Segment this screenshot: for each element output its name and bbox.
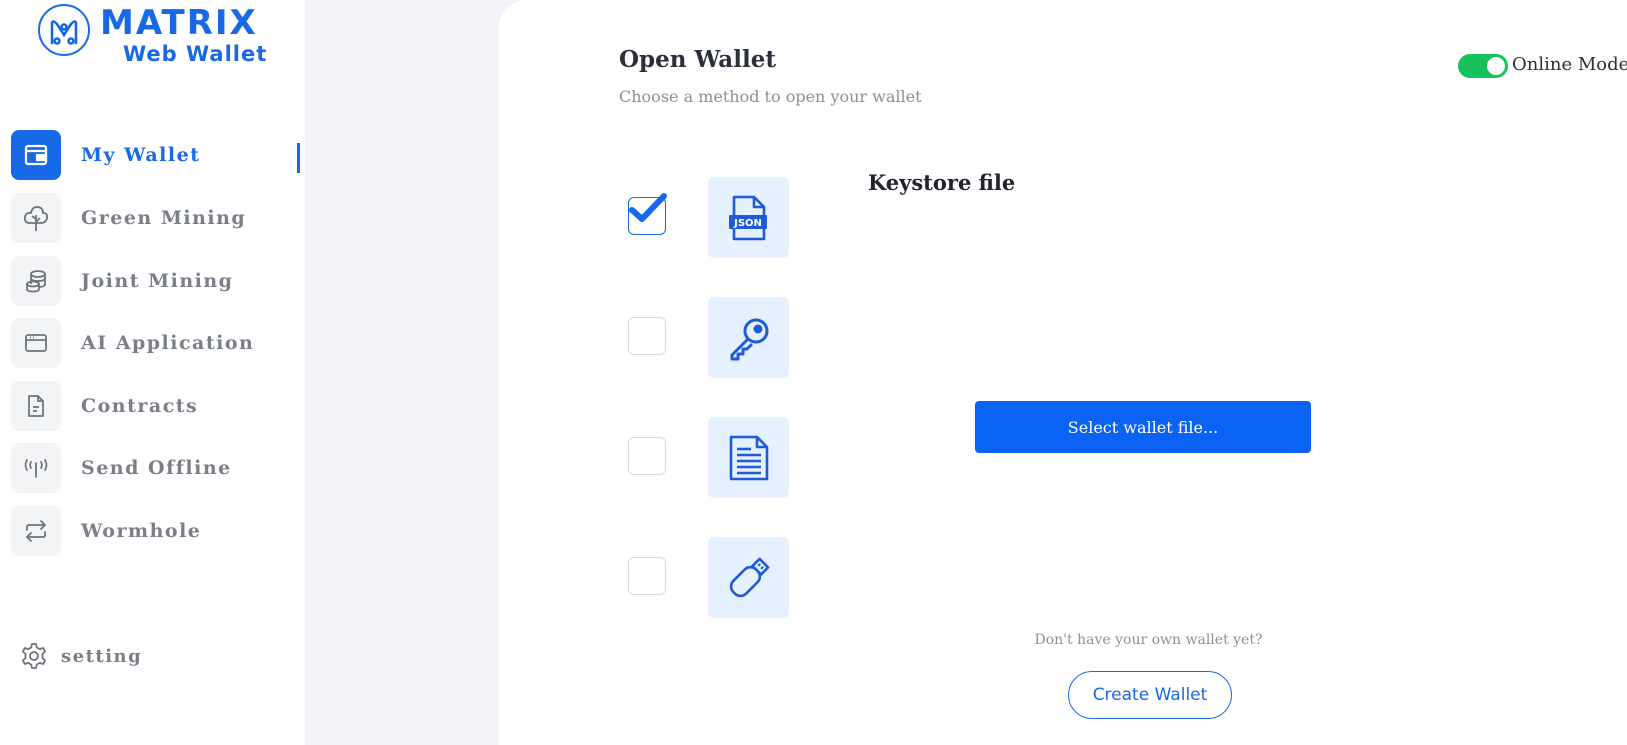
- sidebar-item-label: Joint Mining: [81, 270, 234, 292]
- active-indicator: [297, 143, 300, 173]
- select-wallet-file-button[interactable]: Select wallet file...: [975, 401, 1311, 453]
- method-checkbox-keystore[interactable]: [628, 193, 667, 235]
- check-icon: [629, 193, 667, 222]
- sidebar-item-my-wallet[interactable]: My Wallet: [11, 130, 291, 180]
- gear-icon: [22, 643, 46, 669]
- online-mode-toggle[interactable]: Online Mode: [1458, 52, 1627, 80]
- no-wallet-text: Don't have your own wallet yet?: [1034, 632, 1263, 648]
- matrix-logo-icon: [38, 4, 90, 56]
- sidebar-item-label: Green Mining: [81, 207, 247, 229]
- matrix-logo[interactable]: MATRIX Web Wallet: [38, 2, 268, 66]
- sidebar-item-label: My Wallet: [81, 144, 201, 166]
- method-row-private-key: [628, 297, 790, 378]
- sidebar-item-green-mining[interactable]: Green Mining: [11, 193, 291, 243]
- logo-title: MATRIX: [100, 3, 258, 43]
- toggle-switch[interactable]: [1458, 54, 1508, 78]
- method-tile-keystore[interactable]: JSON: [708, 177, 789, 258]
- create-wallet-button[interactable]: Create Wallet: [1068, 671, 1232, 719]
- setting-button[interactable]: setting: [20, 640, 180, 672]
- method-tile-mnemonic[interactable]: [708, 417, 789, 498]
- sidebar-item-contracts[interactable]: Contracts: [11, 381, 291, 431]
- method-tile-hardware[interactable]: [708, 537, 789, 618]
- mnemonic-document-icon: [729, 435, 768, 480]
- method-tile-private-key[interactable]: [708, 297, 789, 378]
- logo-subtitle: Web Wallet: [123, 42, 268, 66]
- wallet-icon: [11, 130, 61, 180]
- svg-text:JSON: JSON: [733, 218, 762, 229]
- method-row-mnemonic: [628, 417, 790, 498]
- tree-icon: [11, 193, 61, 243]
- page-subtitle: Choose a method to open your wallet: [619, 87, 922, 106]
- sidebar-item-ai-application[interactable]: AI Application: [11, 318, 291, 368]
- sidebar-item-label: Send Offline: [81, 457, 232, 479]
- coins-stack-icon: [11, 256, 61, 306]
- setting-label: setting: [61, 646, 143, 667]
- swap-arrows-icon: [11, 506, 61, 556]
- usb-drive-icon: [729, 557, 769, 597]
- method-checkbox-hardware[interactable]: [628, 557, 666, 595]
- method-heading: Keystore file: [868, 170, 1016, 195]
- sidebar: MATRIX Web Wallet My Wallet Green Mining: [0, 0, 305, 745]
- key-icon: [730, 318, 768, 360]
- online-mode-label: Online Mode: [1512, 54, 1627, 75]
- json-file-icon: JSON: [728, 195, 767, 240]
- sidebar-item-label: Contracts: [81, 395, 199, 417]
- method-row-keystore: JSON: [628, 177, 790, 258]
- method-row-hardware: [628, 537, 790, 618]
- sidebar-item-label: AI Application: [81, 332, 255, 354]
- antenna-icon: [11, 443, 61, 493]
- sidebar-item-label: Wormhole: [81, 520, 202, 542]
- browser-window-icon: [11, 318, 61, 368]
- page-title: Open Wallet: [619, 46, 776, 73]
- method-checkbox-mnemonic[interactable]: [628, 437, 666, 475]
- method-checkbox-private-key[interactable]: [628, 317, 666, 355]
- toggle-knob: [1487, 57, 1505, 75]
- sidebar-item-joint-mining[interactable]: Joint Mining: [11, 256, 291, 306]
- sidebar-item-wormhole[interactable]: Wormhole: [11, 506, 291, 556]
- sidebar-item-send-offline[interactable]: Send Offline: [11, 443, 291, 493]
- document-icon: [11, 381, 61, 431]
